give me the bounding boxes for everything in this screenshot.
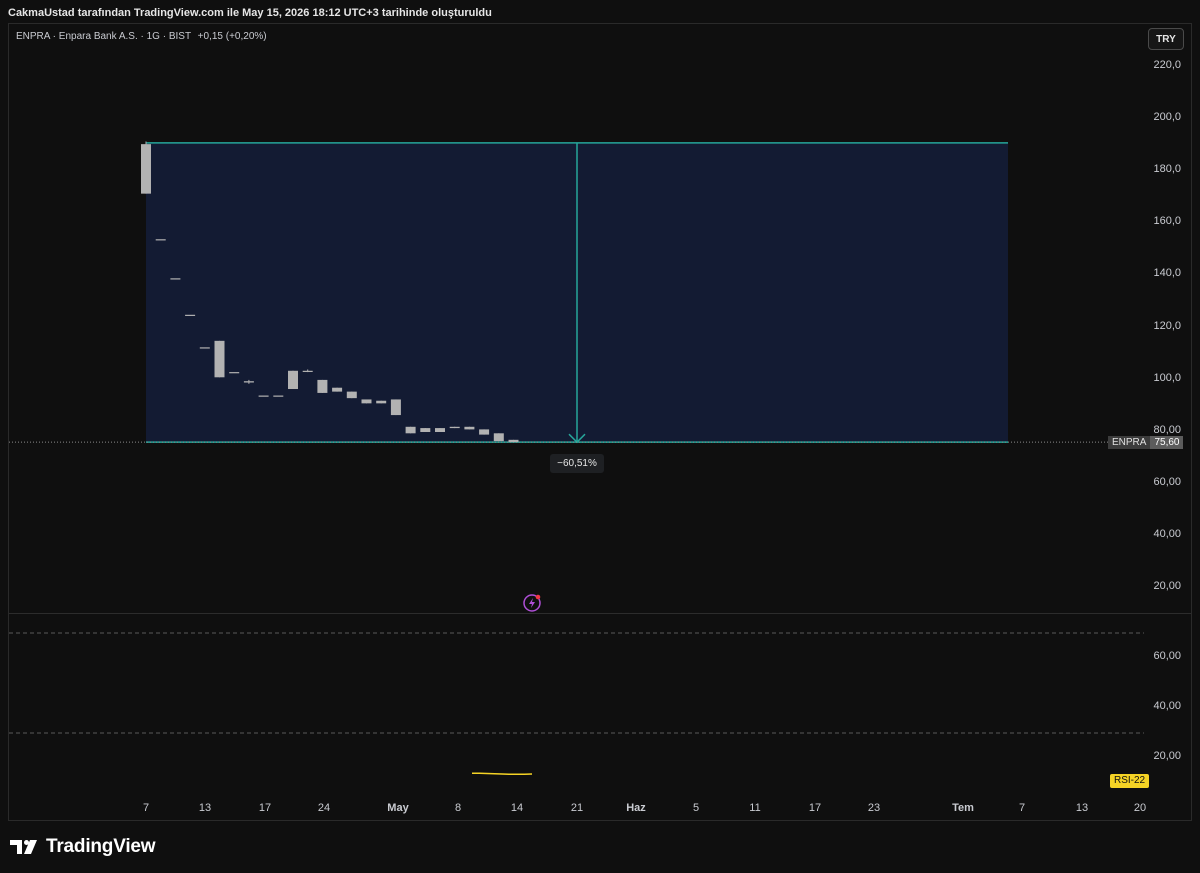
symbol-change: +0,15 (+0,20%) — [197, 31, 267, 42]
price-tag-value: 75,60 — [1150, 436, 1184, 449]
tradingview-brand: TradingView — [46, 836, 156, 857]
candle — [288, 370, 298, 390]
time-axis-tick: 13 — [198, 802, 212, 814]
price-axis-tick: 220,0 — [1153, 59, 1181, 71]
time-axis-tick: 11 — [749, 802, 761, 814]
price-axis-tick: 200,0 — [1153, 111, 1181, 124]
candle-body — [361, 399, 372, 404]
time-axis-tick: May — [387, 802, 409, 814]
last-price-tag: ENPRA 75,60 — [1108, 436, 1184, 449]
price-axis-tick: 60,00 — [1153, 475, 1181, 488]
pane-divider[interactable] — [9, 613, 1191, 614]
candle — [493, 433, 504, 442]
earnings-event-icon[interactable] — [523, 594, 541, 612]
candle — [508, 439, 519, 443]
candle — [155, 239, 166, 241]
time-axis-tick: 13 — [1075, 802, 1089, 814]
price-axis-tick: 20,00 — [1153, 580, 1181, 592]
time-axis-tick: 21 — [570, 802, 584, 814]
candle-body — [493, 433, 504, 442]
candle — [258, 395, 269, 397]
price-axis-tick: 40,00 — [1153, 527, 1181, 540]
rsi-indicator-badge[interactable]: RSI-22 — [1110, 774, 1150, 788]
candle-body — [435, 428, 445, 433]
candle-body — [243, 381, 254, 383]
candle-body — [420, 428, 431, 433]
candle — [479, 429, 490, 435]
time-axis-tick: 7 — [142, 802, 150, 814]
candle — [199, 347, 210, 349]
price-tag-symbol: ENPRA — [1108, 436, 1151, 449]
time-axis-tick: 17 — [258, 802, 272, 814]
measure-tool[interactable] — [146, 142, 1008, 444]
candle-body — [376, 400, 387, 404]
price-axis-tick: 100,0 — [1153, 371, 1181, 384]
time-axis-tick: 20 — [1133, 802, 1147, 814]
time-axis-tick: 17 — [808, 802, 822, 814]
candle-body — [258, 395, 269, 397]
rsi-axis-tick: 60,00 — [1153, 650, 1181, 662]
time-axis-tick: 24 — [317, 802, 331, 814]
candle — [405, 426, 416, 434]
price-axis-tick: 120,0 — [1153, 319, 1181, 332]
candle — [317, 379, 328, 393]
candle-body — [464, 426, 475, 430]
chart-canvas[interactable] — [0, 0, 1200, 873]
candle — [229, 372, 240, 374]
candle-body — [199, 347, 210, 349]
candle — [361, 399, 372, 404]
symbol-legend[interactable]: ENPRA · Enpara Bank A.S. · 1G · BIST +0,… — [16, 31, 267, 42]
candle-body — [390, 399, 401, 416]
time-axis-tick: 7 — [1018, 802, 1026, 814]
candle-body — [273, 395, 284, 397]
candle-body — [405, 426, 416, 434]
tradingview-logo[interactable]: TradingView — [10, 836, 156, 858]
candle — [464, 426, 475, 430]
rsi-axis-tick: 20,00 — [1153, 750, 1181, 762]
time-axis-tick: Haz — [626, 802, 646, 814]
price-axis-tick: 180,0 — [1153, 163, 1181, 176]
time-axis-tick: 14 — [510, 802, 524, 814]
candle — [332, 387, 343, 392]
candle — [214, 340, 225, 378]
candle — [273, 395, 284, 397]
candle — [185, 314, 196, 316]
price-axis-tick: 160,0 — [1153, 215, 1181, 228]
candle-body — [302, 370, 313, 372]
candle-body — [346, 391, 357, 399]
candle — [376, 400, 387, 404]
candle — [449, 426, 460, 429]
candle — [435, 428, 445, 433]
candle — [170, 278, 181, 280]
price-axis-tick: 140,0 — [1153, 267, 1181, 280]
candle-body — [229, 372, 240, 374]
candle-body — [170, 278, 181, 280]
candle-body — [185, 314, 196, 316]
measure-percent-label: −60,51% — [550, 454, 604, 473]
time-axis-tick: 8 — [454, 802, 462, 814]
rsi-line — [472, 772, 533, 775]
candle-body — [332, 387, 343, 392]
candle — [420, 428, 431, 433]
rsi-axis-tick: 40,00 — [1153, 700, 1181, 712]
time-axis-tick: 23 — [867, 802, 881, 814]
time-axis-tick: Tem — [952, 802, 974, 814]
price-axis-tick: 80,00 — [1153, 423, 1181, 436]
candle — [141, 141, 151, 194]
candle-body — [449, 426, 460, 429]
candle-body — [155, 239, 166, 241]
candle-body — [317, 379, 328, 393]
currency-button[interactable]: TRY — [1148, 28, 1184, 50]
candle-body — [288, 370, 298, 390]
candle-body — [141, 144, 151, 194]
time-axis-tick: 5 — [692, 802, 700, 814]
tradingview-logo-icon — [10, 840, 37, 854]
symbol-info-text: ENPRA · Enpara Bank A.S. · 1G · BIST — [16, 31, 191, 42]
candle — [390, 399, 401, 416]
candle — [346, 391, 357, 399]
candle-body — [214, 340, 225, 378]
candle-body — [479, 429, 490, 435]
candle-body — [508, 439, 519, 443]
